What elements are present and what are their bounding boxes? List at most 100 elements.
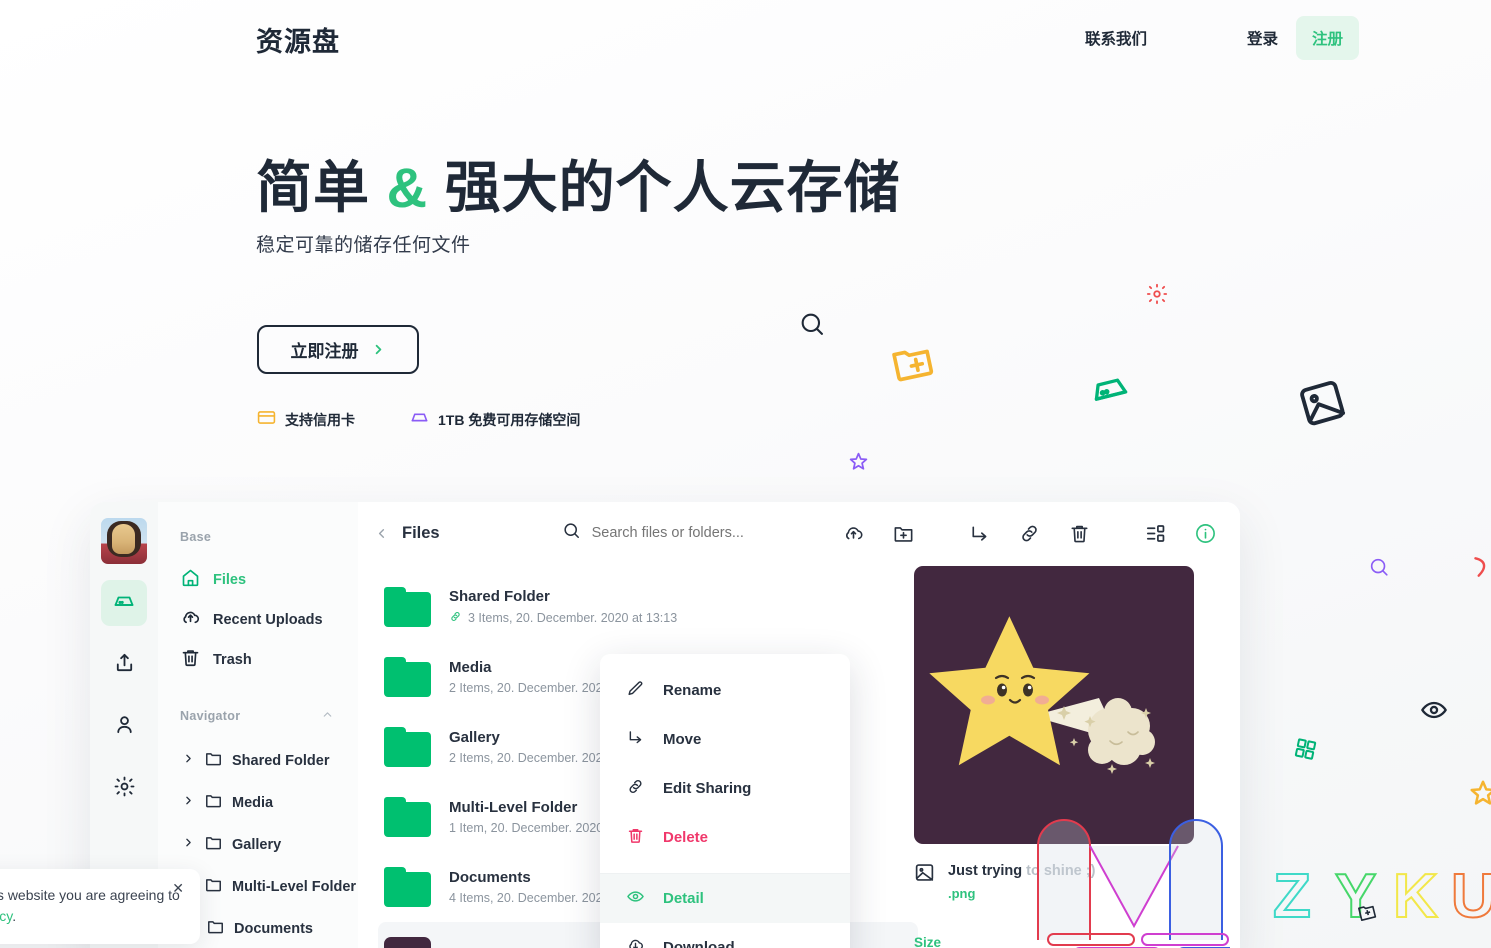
page-root: 资源盘 联系我们 登录 注册 简单 & 强大的个人云存储 稳定可靠的储存任何文件… [0,0,1491,948]
close-icon[interactable]: ✕ [172,881,184,895]
image-preview[interactable] [914,566,1194,844]
feature-storage: 1TB 免费可用存储空间 [410,408,580,432]
chevron-up-icon [321,708,334,724]
signup-button[interactable]: 注册 [1295,16,1359,60]
feature-storage-label: 1TB 免费可用存储空间 [438,412,581,428]
search-icon [562,521,581,545]
tree-item-shared-folder[interactable]: Shared Folder [180,740,358,782]
sidebar-item-files[interactable]: Files [180,560,358,600]
svg-text:Z: Z [1273,862,1311,931]
tree-item-media[interactable]: Media [180,782,358,824]
rail-item-upload[interactable] [101,642,147,688]
context-menu-item-rename[interactable]: Rename [600,666,850,715]
search-input[interactable] [591,525,802,541]
folder-icon [384,587,431,627]
chevron-right-icon[interactable] [182,794,195,812]
hero-title-part2: 强大的个人云存储 [444,156,901,219]
link-icon [626,777,645,800]
context-menu-item-download-label: Download [663,939,735,948]
detail-size-label: Size [914,935,942,948]
table-row[interactable]: Shared Folder 3 Items, 20. December. 202… [378,572,918,642]
svg-text:U: U [1451,862,1491,931]
back-button[interactable] [374,526,389,541]
context-menu-item-download[interactable]: Download [600,923,850,948]
decor-folder-plus-icon [885,336,940,393]
brand-logo[interactable]: 资源盘 [256,20,340,59]
nav-contact-link[interactable]: 联系我们 [1085,27,1147,49]
move-icon[interactable] [966,520,992,546]
header-nav: 联系我们 登录 注册 [1085,0,1359,76]
tree-item-documents[interactable]: Documents [180,908,358,948]
eye-icon [626,887,645,910]
decor-arrow-icon [1470,552,1491,587]
chevron-right-icon[interactable] [182,752,195,770]
tree-item-gallery[interactable]: Gallery [180,824,358,866]
sidebar-item-files-label: Files [213,572,247,588]
context-menu-item-delete[interactable]: Delete [600,813,850,862]
context-menu-item-move-label: Move [663,731,702,748]
layout-icon[interactable] [1142,520,1168,546]
rail-item-settings[interactable] [101,766,147,812]
decor-search-icon [798,310,826,343]
sidebar-item-recent-uploads[interactable]: Recent Uploads [180,600,358,640]
info-icon[interactable] [1192,520,1218,546]
hero-title-part1: 简单 [256,156,370,219]
detail-file-extension: .png [948,886,976,901]
trash-icon[interactable] [1066,520,1092,546]
app-content: Files Search files or folders... Shared … [358,502,1240,948]
rail-item-drive[interactable] [101,580,147,626]
context-menu-item-detail[interactable]: Detail [600,874,850,923]
detail-file-info: Just trying to shine ;) .png [914,862,1214,901]
new-folder-icon[interactable] [890,520,916,546]
toolbar-icons [840,520,1218,546]
folder-icon [204,833,223,857]
hero-cta-label: 立即注册 [290,342,359,361]
tree-item-shared-folder-label: Shared Folder [232,753,330,769]
sidebar-item-trash[interactable]: Trash [180,640,358,680]
file-subtext-label: 3 Items, 20. December. 2020 at 13:13 [468,611,678,625]
hero-title-ampersand: & [386,156,429,219]
decor-grid-icon [1291,736,1318,767]
hero-feature-row: 支持信用卡 1TB 免费可用存储空间 [257,408,580,432]
hero-cta-button[interactable]: 立即注册 [257,325,419,374]
link-icon [449,610,462,626]
rail-item-account[interactable] [101,704,147,750]
cloud-download-icon [626,936,645,948]
decor-image-icon [1294,375,1352,437]
hero-subtitle: 稳定可靠的储存任何文件 [256,235,471,256]
tree-item-media-label: Media [232,795,274,811]
drive-icon [112,589,136,618]
context-menu-item-detail-label: Detail [663,890,704,907]
folder-icon [204,875,223,899]
link-icon[interactable] [1016,520,1042,546]
folder-icon [384,867,431,907]
nav-login-link[interactable]: 登录 [1247,27,1278,49]
cloud-upload-icon[interactable] [840,520,866,546]
tree-item-multi-level-folder[interactable]: Multi-Level Folder [180,866,358,908]
folder-icon [204,791,223,815]
cookies-policy-link[interactable]: cookies policy [0,908,12,924]
decor-star-icon [848,451,869,477]
context-menu-item-edit-sharing[interactable]: Edit Sharing [600,764,850,813]
decor-gear-icon [1146,283,1168,310]
pencil-icon [626,679,645,702]
feature-credit-card-label: 支持信用卡 [285,412,355,428]
chevron-right-icon [371,342,386,357]
avatar[interactable] [101,518,147,564]
home-icon [180,567,201,593]
context-menu-item-move[interactable]: Move [600,715,850,764]
tree-item-multi-level-folder-label: Multi-Level Folder [232,879,357,895]
image-icon [914,862,935,888]
context-menu-item-rename-label: Rename [663,682,722,699]
sidebar-item-trash-label: Trash [213,652,252,668]
chevron-right-icon[interactable] [182,836,195,854]
detail-file-text: Just trying to shine ;) .png [948,862,1095,901]
sidebar-caption-navigator-row[interactable]: Navigator [180,708,358,724]
search-box[interactable] [562,521,817,545]
decor-letters-zyku: Z Y K U [1265,855,1491,948]
folder-icon [384,657,431,697]
folder-icon [204,749,223,773]
cookie-banner-text: By browsing this website you are agreein… [0,885,182,926]
move-icon [626,728,645,751]
cookie-text-before: By browsing this website you are agreein… [0,887,180,904]
